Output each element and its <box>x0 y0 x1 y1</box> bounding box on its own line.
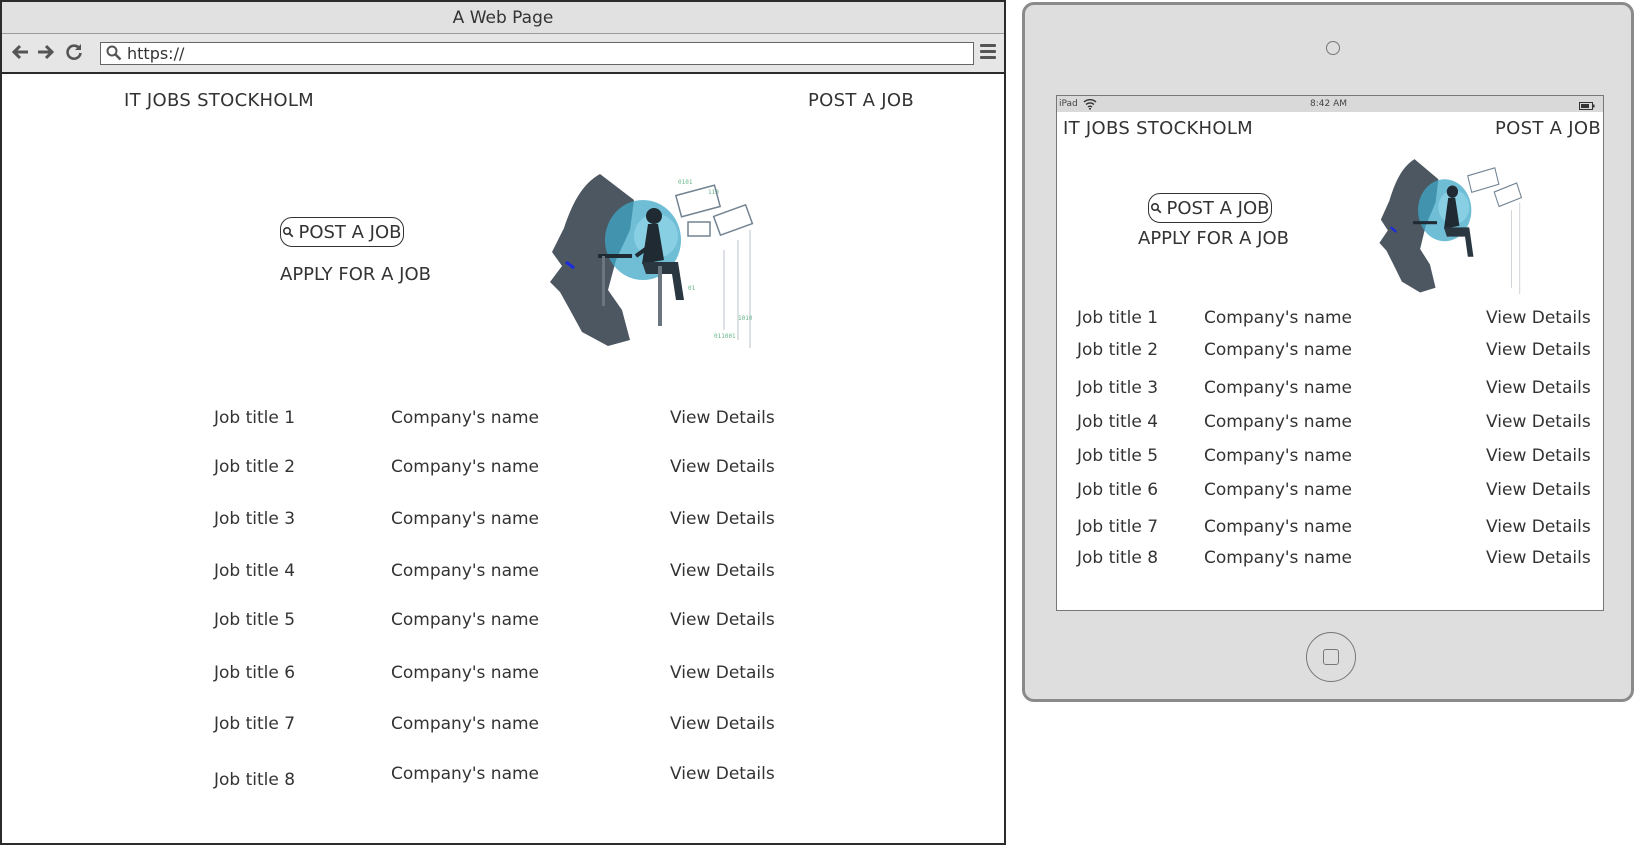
view-details-link[interactable]: View Details <box>670 457 775 477</box>
company-name: Company's name <box>391 663 540 683</box>
status-bar: iPad 8:42 AM <box>1057 96 1603 112</box>
url-text: https:// <box>127 44 185 63</box>
company-name: Company's name <box>391 610 540 630</box>
hero-illustration: 0101 110 01 1010 011001 <box>538 170 766 348</box>
job-title: Job title 3 <box>1077 378 1159 398</box>
search-icon <box>283 226 294 238</box>
nav-post-job-link[interactable]: POST A JOB <box>808 90 914 111</box>
svg-text:011001: 011001 <box>714 333 736 340</box>
job-title: Job title 1 <box>214 408 296 428</box>
svg-text:1010: 1010 <box>738 315 753 322</box>
home-square-icon <box>1323 649 1339 665</box>
svg-text:01: 01 <box>688 285 696 292</box>
company-name: Company's name <box>1204 340 1353 360</box>
apply-job-link[interactable]: APPLY FOR A JOB <box>280 264 431 285</box>
battery-icon <box>1579 100 1595 116</box>
view-details-link[interactable]: View Details <box>1486 308 1591 328</box>
view-details-link[interactable]: View Details <box>1486 517 1591 537</box>
reload-icon[interactable] <box>63 42 85 64</box>
view-details-link[interactable]: View Details <box>1486 412 1591 432</box>
company-name: Company's name <box>391 561 540 581</box>
post-job-button-label: POST A JOB <box>298 221 402 243</box>
ipad-screen: iPad 8:42 AM IT JOBS STOCKHOLM POST A JO… <box>1056 95 1604 611</box>
company-name: Company's name <box>1204 308 1353 328</box>
home-button[interactable] <box>1306 632 1356 682</box>
job-title: Job title 5 <box>214 610 296 630</box>
company-name: Company's name <box>391 457 540 477</box>
company-name: Company's name <box>391 509 540 529</box>
view-details-link[interactable]: View Details <box>670 764 775 784</box>
job-title: Job title 2 <box>1077 340 1159 360</box>
view-details-link[interactable]: View Details <box>670 561 775 581</box>
job-title: Job title 7 <box>1077 517 1159 537</box>
view-details-link[interactable]: View Details <box>1486 446 1591 466</box>
menu-icon[interactable] <box>980 44 996 62</box>
company-name: Company's name <box>1204 517 1353 537</box>
job-title: Job title 1 <box>1077 308 1159 328</box>
browser-window: A Web Page https:// IT JOBS STOCKHOLM PO… <box>0 0 1006 845</box>
job-title: Job title 4 <box>1077 412 1159 432</box>
job-title: Job title 8 <box>214 770 296 790</box>
view-details-link[interactable]: View Details <box>670 408 775 428</box>
view-details-link[interactable]: View Details <box>670 663 775 683</box>
status-device-name: iPad <box>1059 99 1078 109</box>
view-details-link[interactable]: View Details <box>670 714 775 734</box>
company-name: Company's name <box>391 408 540 428</box>
view-details-link[interactable]: View Details <box>1486 480 1591 500</box>
job-title: Job title 7 <box>214 714 296 734</box>
nav-post-job-link[interactable]: POST A JOB <box>1495 118 1601 139</box>
back-icon[interactable] <box>9 42 31 64</box>
ipad-device: iPad 8:42 AM IT JOBS STOCKHOLM POST A JO… <box>1022 2 1634 702</box>
company-name: Company's name <box>391 764 540 784</box>
company-name: Company's name <box>1204 412 1353 432</box>
company-name: Company's name <box>1204 548 1353 568</box>
job-title: Job title 5 <box>1077 446 1159 466</box>
forward-icon[interactable] <box>35 42 57 64</box>
site-title[interactable]: IT JOBS STOCKHOLM <box>1063 118 1253 139</box>
view-details-link[interactable]: View Details <box>1486 548 1591 568</box>
job-title: Job title 6 <box>1077 480 1159 500</box>
search-icon <box>1151 202 1162 214</box>
job-title: Job title 4 <box>214 561 296 581</box>
hero-illustration <box>1371 156 1531 294</box>
view-details-link[interactable]: View Details <box>670 509 775 529</box>
address-bar[interactable]: https:// <box>100 42 974 65</box>
apply-job-link[interactable]: APPLY FOR A JOB <box>1138 228 1289 249</box>
company-name: Company's name <box>391 714 540 734</box>
status-time: 8:42 AM <box>1310 99 1347 109</box>
post-job-button-label: POST A JOB <box>1166 197 1270 219</box>
site-title[interactable]: IT JOBS STOCKHOLM <box>124 90 314 111</box>
job-title: Job title 6 <box>214 663 296 683</box>
svg-text:0101: 0101 <box>678 179 693 186</box>
company-name: Company's name <box>1204 446 1353 466</box>
post-job-button[interactable]: POST A JOB <box>1148 193 1272 223</box>
view-details-link[interactable]: View Details <box>1486 340 1591 360</box>
job-title: Job title 2 <box>214 457 296 477</box>
search-icon <box>105 44 123 62</box>
company-name: Company's name <box>1204 378 1353 398</box>
view-details-link[interactable]: View Details <box>1486 378 1591 398</box>
post-job-button[interactable]: POST A JOB <box>280 217 404 247</box>
job-title: Job title 8 <box>1077 548 1159 568</box>
window-title: A Web Page <box>2 2 1004 34</box>
job-title: Job title 3 <box>214 509 296 529</box>
wifi-icon <box>1083 98 1097 116</box>
view-details-link[interactable]: View Details <box>670 610 775 630</box>
camera-icon <box>1326 41 1340 55</box>
company-name: Company's name <box>1204 480 1353 500</box>
browser-toolbar: https:// <box>2 34 1004 74</box>
